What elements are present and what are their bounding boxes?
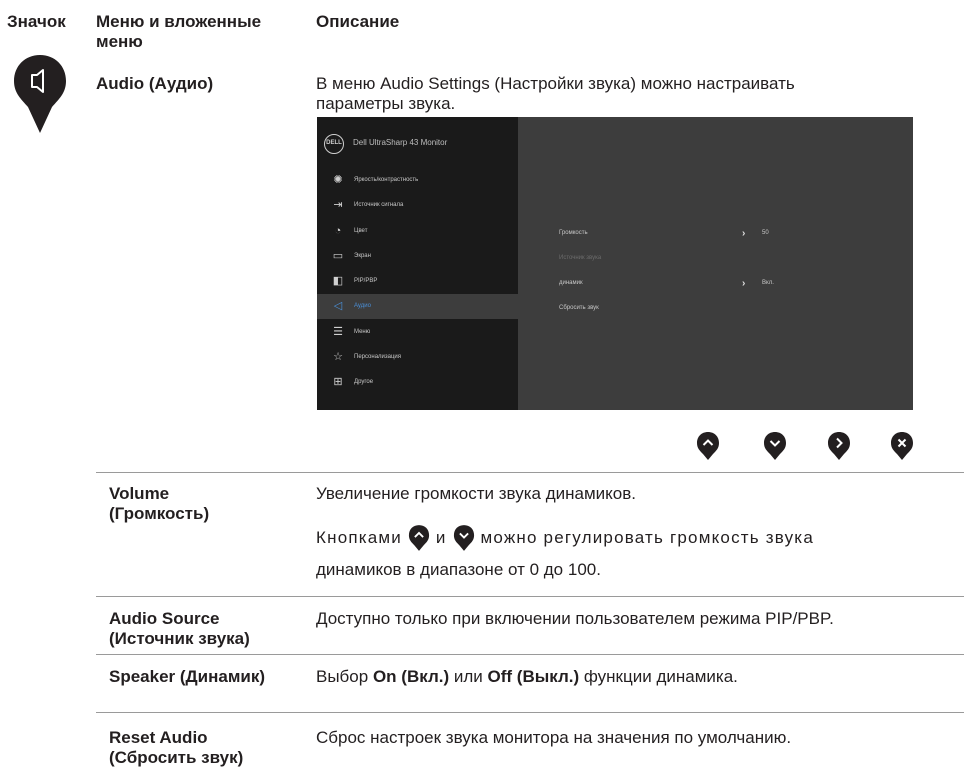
osd-sub-reset-audio[interactable]: Сбросить звук [559, 304, 599, 313]
speaker-desc-b: функции динамика. [583, 667, 738, 686]
osd-screenshot: DELL Dell UltraSharp 43 Monitor ✺ Яркост… [317, 117, 913, 410]
osd-title: Dell UltraSharp 43 Monitor [353, 138, 448, 147]
chevron-right-icon: › [742, 278, 746, 289]
osd-menu-item-audio[interactable]: ◁ Аудио [317, 294, 518, 319]
audio-source-description: Доступно только при включении пользовате… [316, 609, 834, 628]
speaker-desc-a: Выбор [316, 667, 369, 686]
osd-menu-item-label: Цвет [354, 228, 368, 234]
osd-menu-item-label: Персонализация [354, 354, 402, 360]
down-button[interactable] [763, 431, 787, 461]
exit-button[interactable] [890, 431, 914, 461]
osd-menu-item-color[interactable]: ◔ Цвет [317, 219, 518, 244]
volume-desc-part-b: и [435, 528, 447, 547]
osd-menu-item-pip-pbp[interactable]: ◧ PIP/PBP [317, 269, 518, 294]
audio-source-title-line1: Audio Source [109, 609, 220, 628]
osd-menu-item-personalize[interactable]: ☆ Персонализация [317, 345, 518, 370]
osd-sub-audio-source: Источник звука [559, 255, 602, 261]
osd-speaker-value: Вкл. [762, 280, 774, 286]
audio-menu-title: Audio (Аудио) [96, 74, 214, 93]
osd-volume-value: 50 [762, 230, 769, 236]
osd-sub-volume[interactable]: Громкость [559, 229, 588, 238]
speaker-desc-off: Off (Выкл.) [487, 667, 580, 686]
pip-icon: ◧ [332, 275, 344, 287]
divider [96, 654, 964, 655]
dell-logo-icon: DELL [324, 134, 344, 154]
reset-audio-description: Сброс настроек звука монитора на значени… [316, 728, 792, 747]
reset-audio-title-line1: Reset Audio [109, 728, 208, 747]
volume-desc-part-a: Кнопками [316, 528, 403, 547]
audio-description-line1: В меню Audio Settings (Настройки звука) … [316, 74, 795, 93]
column-header-menu-line1: Меню и вложенные [96, 12, 262, 31]
osd-menu-item-brightness[interactable]: ✺ Яркость/контрастность [317, 168, 518, 193]
right-button[interactable] [827, 431, 851, 461]
osd-menu-item-label: Яркость/контрастность [354, 177, 419, 183]
osd-menu-item-other[interactable]: ⊞ Другое [317, 370, 518, 395]
volume-title-line1: Volume [109, 484, 170, 503]
speaker-desc-on: On (Вкл.) [372, 667, 450, 686]
input-source-icon: ⇥ [333, 199, 343, 211]
column-header-menu: Меню и вложенные меню [96, 12, 261, 52]
brightness-icon: ✺ [333, 174, 343, 186]
speaker-icon: ◁ [333, 300, 343, 312]
osd-menu-item-label: Другое [354, 379, 374, 385]
volume-description-line1: Увеличение громкости звука динамиков. [316, 484, 636, 503]
other-icon: ⊞ [333, 376, 343, 388]
volume-description-line2: Кнопками и можно регулировать громкость … [316, 524, 962, 552]
display-icon: ▭ [332, 250, 344, 262]
column-header-menu-line2: меню [96, 32, 143, 51]
osd-menu-item-label: Аудио [354, 303, 371, 309]
divider [96, 472, 964, 473]
volume-desc-part-c: можно регулировать громкость звука [480, 528, 814, 547]
volume-title: Volume (Громкость) [109, 484, 209, 524]
up-button-icon [408, 525, 430, 551]
audio-source-title: Audio Source (Источник звука) [109, 609, 250, 649]
osd-menu-item-label: Источник сигнала [354, 202, 404, 208]
audio-source-title-line2: (Источник звука) [109, 629, 250, 648]
volume-description-line3: динамиков в диапазоне от 0 до 100. [316, 560, 601, 579]
osd-sub-speaker[interactable]: динамик [559, 279, 583, 288]
osd-menu-item-label: Меню [354, 329, 371, 335]
divider [96, 712, 964, 713]
up-button[interactable] [696, 431, 720, 461]
menu-list-icon: ☰ [333, 326, 343, 338]
down-button-icon [453, 525, 474, 551]
audio-description-line2: параметры звука. [316, 94, 456, 113]
speaker-description: Выбор On (Вкл.) или Off (Выкл.) функции … [316, 667, 738, 687]
osd-menu-item-menu[interactable]: ☰ Меню [317, 320, 518, 345]
speaker-desc-or: или [453, 667, 483, 686]
palette-icon: ◔ [334, 225, 342, 237]
column-header-icon: Значок [7, 12, 66, 31]
speaker-icon [14, 55, 66, 133]
osd-menu-item-label: PIP/PBP [354, 278, 378, 284]
osd-menu-item-display[interactable]: ▭ Экран [317, 244, 518, 269]
chevron-right-icon: › [742, 228, 746, 239]
speaker-title: Speaker (Динамик) [109, 667, 266, 686]
volume-title-line2: (Громкость) [109, 504, 210, 523]
star-icon: ☆ [333, 351, 343, 363]
osd-menu-item-label: Экран [354, 253, 371, 259]
divider [96, 596, 964, 597]
osd-menu-item-input-source[interactable]: ⇥ Источник сигнала [317, 193, 518, 218]
reset-audio-title-line2: (Сбросить звук) [109, 748, 244, 767]
audio-description: В меню Audio Settings (Настройки звука) … [316, 74, 956, 114]
column-header-description: Описание [316, 12, 400, 31]
reset-audio-title: Reset Audio (Сбросить звук) [109, 728, 243, 768]
